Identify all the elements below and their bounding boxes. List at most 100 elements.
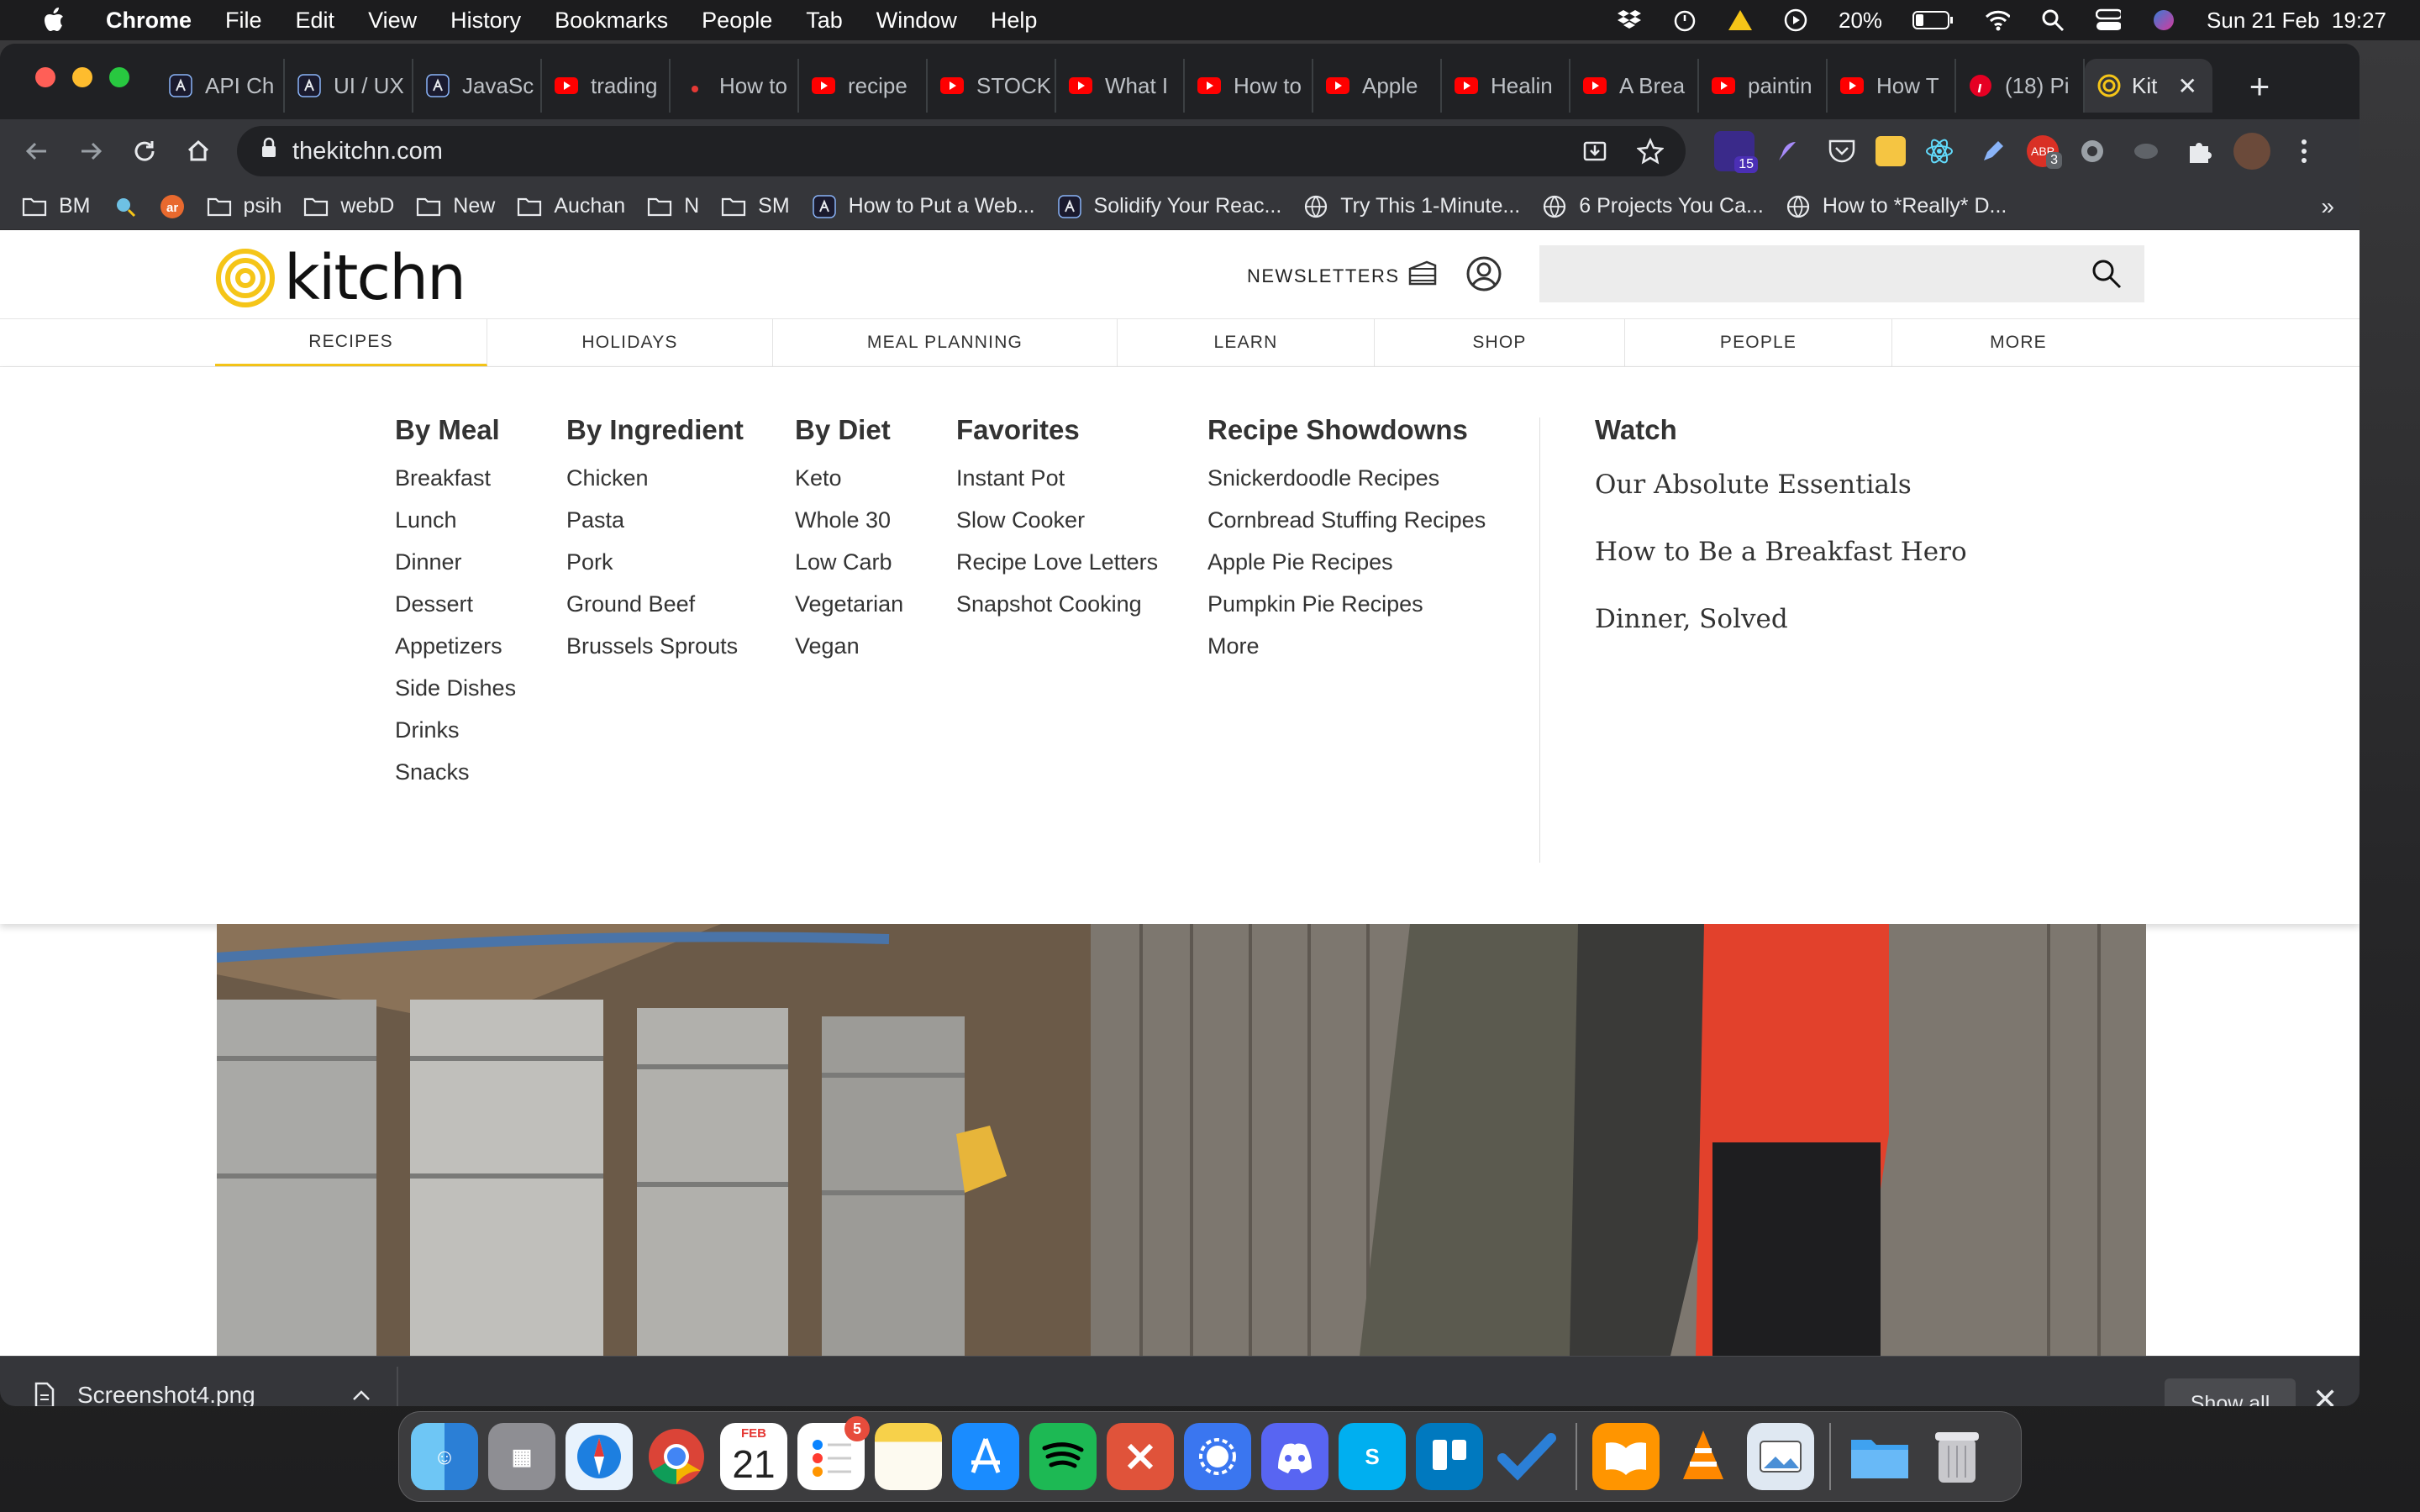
menu-view[interactable]: View (368, 8, 417, 34)
control-center-icon[interactable] (2096, 8, 2122, 33)
folder-icon[interactable] (1846, 1423, 1913, 1490)
menu-link[interactable]: Pasta (566, 503, 744, 545)
discord-icon[interactable] (1261, 1423, 1328, 1490)
trash-icon[interactable] (1923, 1423, 1991, 1490)
lock-icon[interactable] (260, 137, 277, 165)
forward-button[interactable] (64, 124, 118, 178)
menu-link[interactable]: Pork (566, 545, 744, 587)
finder-icon[interactable]: ☺ (411, 1423, 478, 1490)
pocket-icon[interactable] (1822, 131, 1862, 171)
app-store-icon[interactable] (952, 1423, 1019, 1490)
bookmark-item[interactable]: Solidify Your Reac... (1057, 194, 1281, 219)
show-all-button[interactable]: Show all (2165, 1378, 2296, 1406)
bookmark-item[interactable]: BM (22, 194, 91, 219)
menu-link[interactable]: Snacks (395, 755, 516, 797)
web-extension-icon[interactable] (2072, 131, 2112, 171)
nav-shop[interactable]: SHOP (1375, 319, 1625, 366)
site-search-input[interactable] (1539, 245, 2144, 302)
menu-link[interactable]: Keto (795, 461, 903, 503)
kitchn-logo[interactable]: kitchn (215, 242, 466, 314)
menu-link[interactable]: Breakfast (395, 461, 516, 503)
minimize-window-button[interactable] (72, 67, 92, 87)
zoom-window-button[interactable] (109, 67, 129, 87)
close-tab-icon[interactable]: ✕ (2178, 72, 2197, 100)
menu-link[interactable]: Slow Cooker (956, 503, 1158, 545)
battery-icon[interactable] (1912, 8, 1954, 33)
nav-more[interactable]: MORE (1892, 319, 2144, 366)
siri-icon[interactable] (2151, 8, 2176, 33)
menu-people[interactable]: People (702, 8, 772, 34)
git-icon[interactable] (1107, 1423, 1174, 1490)
menu-link[interactable]: Vegetarian (795, 587, 903, 629)
menu-link[interactable]: Whole 30 (795, 503, 903, 545)
date-time[interactable]: Sun 21 Feb 19:27 (2207, 8, 2386, 34)
menu-link[interactable]: Instant Pot (956, 461, 1158, 503)
warning-icon[interactable] (1728, 8, 1753, 33)
wifi-icon[interactable] (1985, 8, 2011, 33)
browser-tab[interactable]: STOCK (928, 59, 1056, 113)
back-button[interactable] (10, 124, 64, 178)
spotify-icon[interactable] (1029, 1423, 1097, 1490)
download-filename[interactable]: Screenshot4.png (77, 1382, 255, 1406)
bookmark-star-icon[interactable] (1630, 131, 1670, 171)
bookmark-item[interactable]: Auchan (517, 194, 625, 219)
react-devtools-icon[interactable] (1919, 131, 1960, 171)
browser-tab[interactable]: trading (542, 59, 671, 113)
address-bar[interactable]: thekitchn.com (237, 126, 1686, 176)
menu-link[interactable]: Ground Beef (566, 587, 744, 629)
newsletters-link[interactable]: NEWSLETTERS (1247, 265, 1400, 287)
adblock-icon[interactable]: ABP 3 (2027, 135, 2062, 169)
browser-tab[interactable]: How to (1185, 59, 1313, 113)
menu-link[interactable]: Dessert (395, 587, 516, 629)
home-button[interactable] (171, 124, 225, 178)
install-app-icon[interactable] (1575, 131, 1615, 171)
browser-tab[interactable]: paintin (1699, 59, 1828, 113)
browser-tab[interactable]: recipe (799, 59, 928, 113)
reminders-icon[interactable]: 5 (797, 1416, 870, 1490)
reload-button[interactable] (118, 124, 171, 178)
bookmark-item[interactable]: How to *Really* D... (1786, 194, 2007, 219)
hero-image[interactable] (217, 924, 2146, 1356)
browser-tab[interactable]: UI / UX (285, 59, 413, 113)
close-icon[interactable]: ✕ (2312, 1382, 2338, 1406)
search-icon[interactable] (2091, 258, 2123, 290)
menu-link[interactable]: Apple Pie Recipes (1207, 545, 1486, 587)
notes-extension-icon[interactable] (1876, 136, 1906, 166)
menu-link[interactable]: More (1207, 629, 1486, 671)
browser-tab[interactable]: Healin (1442, 59, 1570, 113)
account-icon[interactable] (1464, 254, 1504, 294)
bookmark-item[interactable]: SM (721, 194, 790, 219)
preview-icon[interactable] (1747, 1423, 1814, 1490)
bookmark-item[interactable]: 6 Projects You Ca... (1542, 194, 1764, 219)
todo-icon[interactable] (1493, 1423, 1560, 1490)
menu-link[interactable]: Snickerdoodle Recipes (1207, 461, 1486, 503)
watch-link[interactable]: Our Absolute Essentials (1595, 465, 1967, 532)
nav-meal-planning[interactable]: MEAL PLANNING (773, 319, 1118, 366)
browser-tab[interactable]: API Ch (156, 59, 285, 113)
browser-tab[interactable]: How T (1828, 59, 1956, 113)
close-window-button[interactable] (35, 67, 55, 87)
browser-tab[interactable]: How to (671, 59, 799, 113)
chevron-up-icon[interactable] (351, 1389, 371, 1402)
recipe-box-icon[interactable] (1402, 254, 1442, 294)
bookmark-item[interactable]: webD (303, 194, 394, 219)
menu-link[interactable]: Brussels Sprouts (566, 629, 744, 671)
menu-window[interactable]: Window (876, 8, 957, 34)
menu-help[interactable]: Help (991, 8, 1038, 34)
menu-link[interactable]: Low Carb (795, 545, 903, 587)
nav-learn[interactable]: LEARN (1118, 319, 1375, 366)
bookmark-item[interactable]: New (416, 194, 495, 219)
calendar-icon[interactable]: FEB 21 (720, 1423, 787, 1490)
bookmarks-overflow-button[interactable]: » (2321, 193, 2334, 220)
new-tab-button[interactable]: + (2237, 64, 2282, 109)
bookmark-item[interactable]: ar (160, 194, 185, 219)
bookmark-item[interactable]: psih (207, 194, 281, 219)
feather-extension-icon[interactable] (1768, 131, 1808, 171)
pen-extension-icon[interactable] (1973, 131, 2013, 171)
notes-icon[interactable] (875, 1423, 942, 1490)
profile-avatar[interactable] (2233, 133, 2270, 170)
browser-tab[interactable]: JavaSc (413, 59, 542, 113)
menu-history[interactable]: History (450, 8, 521, 34)
active-browser-tab[interactable]: Kit ✕ (2085, 59, 2212, 113)
skype-icon[interactable]: S (1339, 1423, 1406, 1490)
